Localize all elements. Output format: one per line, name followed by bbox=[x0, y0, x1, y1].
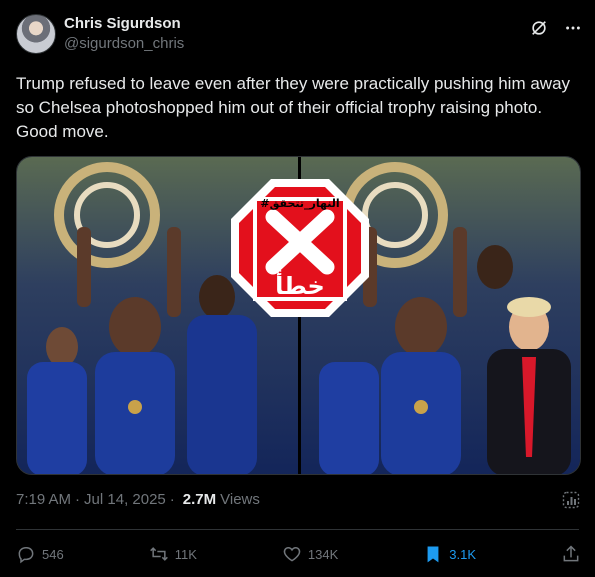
tweet-date[interactable]: Jul 14, 2025 bbox=[84, 491, 166, 508]
reply-icon bbox=[18, 547, 34, 564]
views-count: 2.7M bbox=[182, 491, 217, 508]
stamp-hashtag: #النهار_تتحقق bbox=[260, 197, 339, 210]
tweet-media[interactable]: #النهار_تتحقق خطأ bbox=[16, 156, 581, 475]
repost-icon bbox=[149, 547, 168, 561]
more-icon[interactable] bbox=[563, 18, 583, 38]
header-actions bbox=[529, 18, 583, 38]
bookmark-icon bbox=[427, 546, 439, 563]
reply-button[interactable]: 546 bbox=[16, 544, 64, 564]
repost-button[interactable]: 11K bbox=[149, 544, 197, 564]
meta-separator: · bbox=[75, 491, 81, 508]
tweet-time[interactable]: 7:19 AM bbox=[16, 491, 71, 508]
views-label: Views bbox=[220, 491, 260, 508]
share-button[interactable] bbox=[561, 544, 581, 564]
tweet-meta: 7:19 AM · Jul 14, 2025 · 2.7M Views bbox=[16, 491, 260, 508]
grok-icon[interactable] bbox=[529, 18, 549, 38]
heart-icon bbox=[283, 546, 301, 562]
like-count: 134K bbox=[307, 546, 339, 562]
tweet-header: Chris Sigurdson @sigurdson_chris bbox=[16, 14, 583, 58]
divider bbox=[16, 529, 579, 530]
like-button[interactable]: 134K bbox=[282, 544, 338, 564]
author-handle[interactable]: @sigurdson_chris bbox=[64, 34, 184, 54]
meta-separator: · bbox=[169, 491, 175, 508]
reply-count: 546 bbox=[42, 546, 64, 562]
repost-count: 11K bbox=[174, 546, 197, 562]
tweet-actions: 546 11K 134K 3.1K bbox=[16, 540, 581, 568]
author-display-name[interactable]: Chris Sigurdson bbox=[64, 14, 184, 34]
analytics-icon[interactable] bbox=[561, 490, 581, 515]
stamp-verdict: خطأ bbox=[275, 270, 325, 300]
share-icon bbox=[563, 545, 579, 562]
bookmark-count: 3.1K bbox=[449, 546, 476, 562]
false-verdict-stamp: #النهار_تتحقق خطأ bbox=[231, 179, 369, 317]
bookmark-button[interactable]: 3.1K bbox=[423, 544, 476, 564]
avatar[interactable] bbox=[16, 14, 56, 54]
author-names: Chris Sigurdson @sigurdson_chris bbox=[64, 14, 184, 54]
tweet-text: Trump refused to leave even after they w… bbox=[16, 74, 571, 141]
